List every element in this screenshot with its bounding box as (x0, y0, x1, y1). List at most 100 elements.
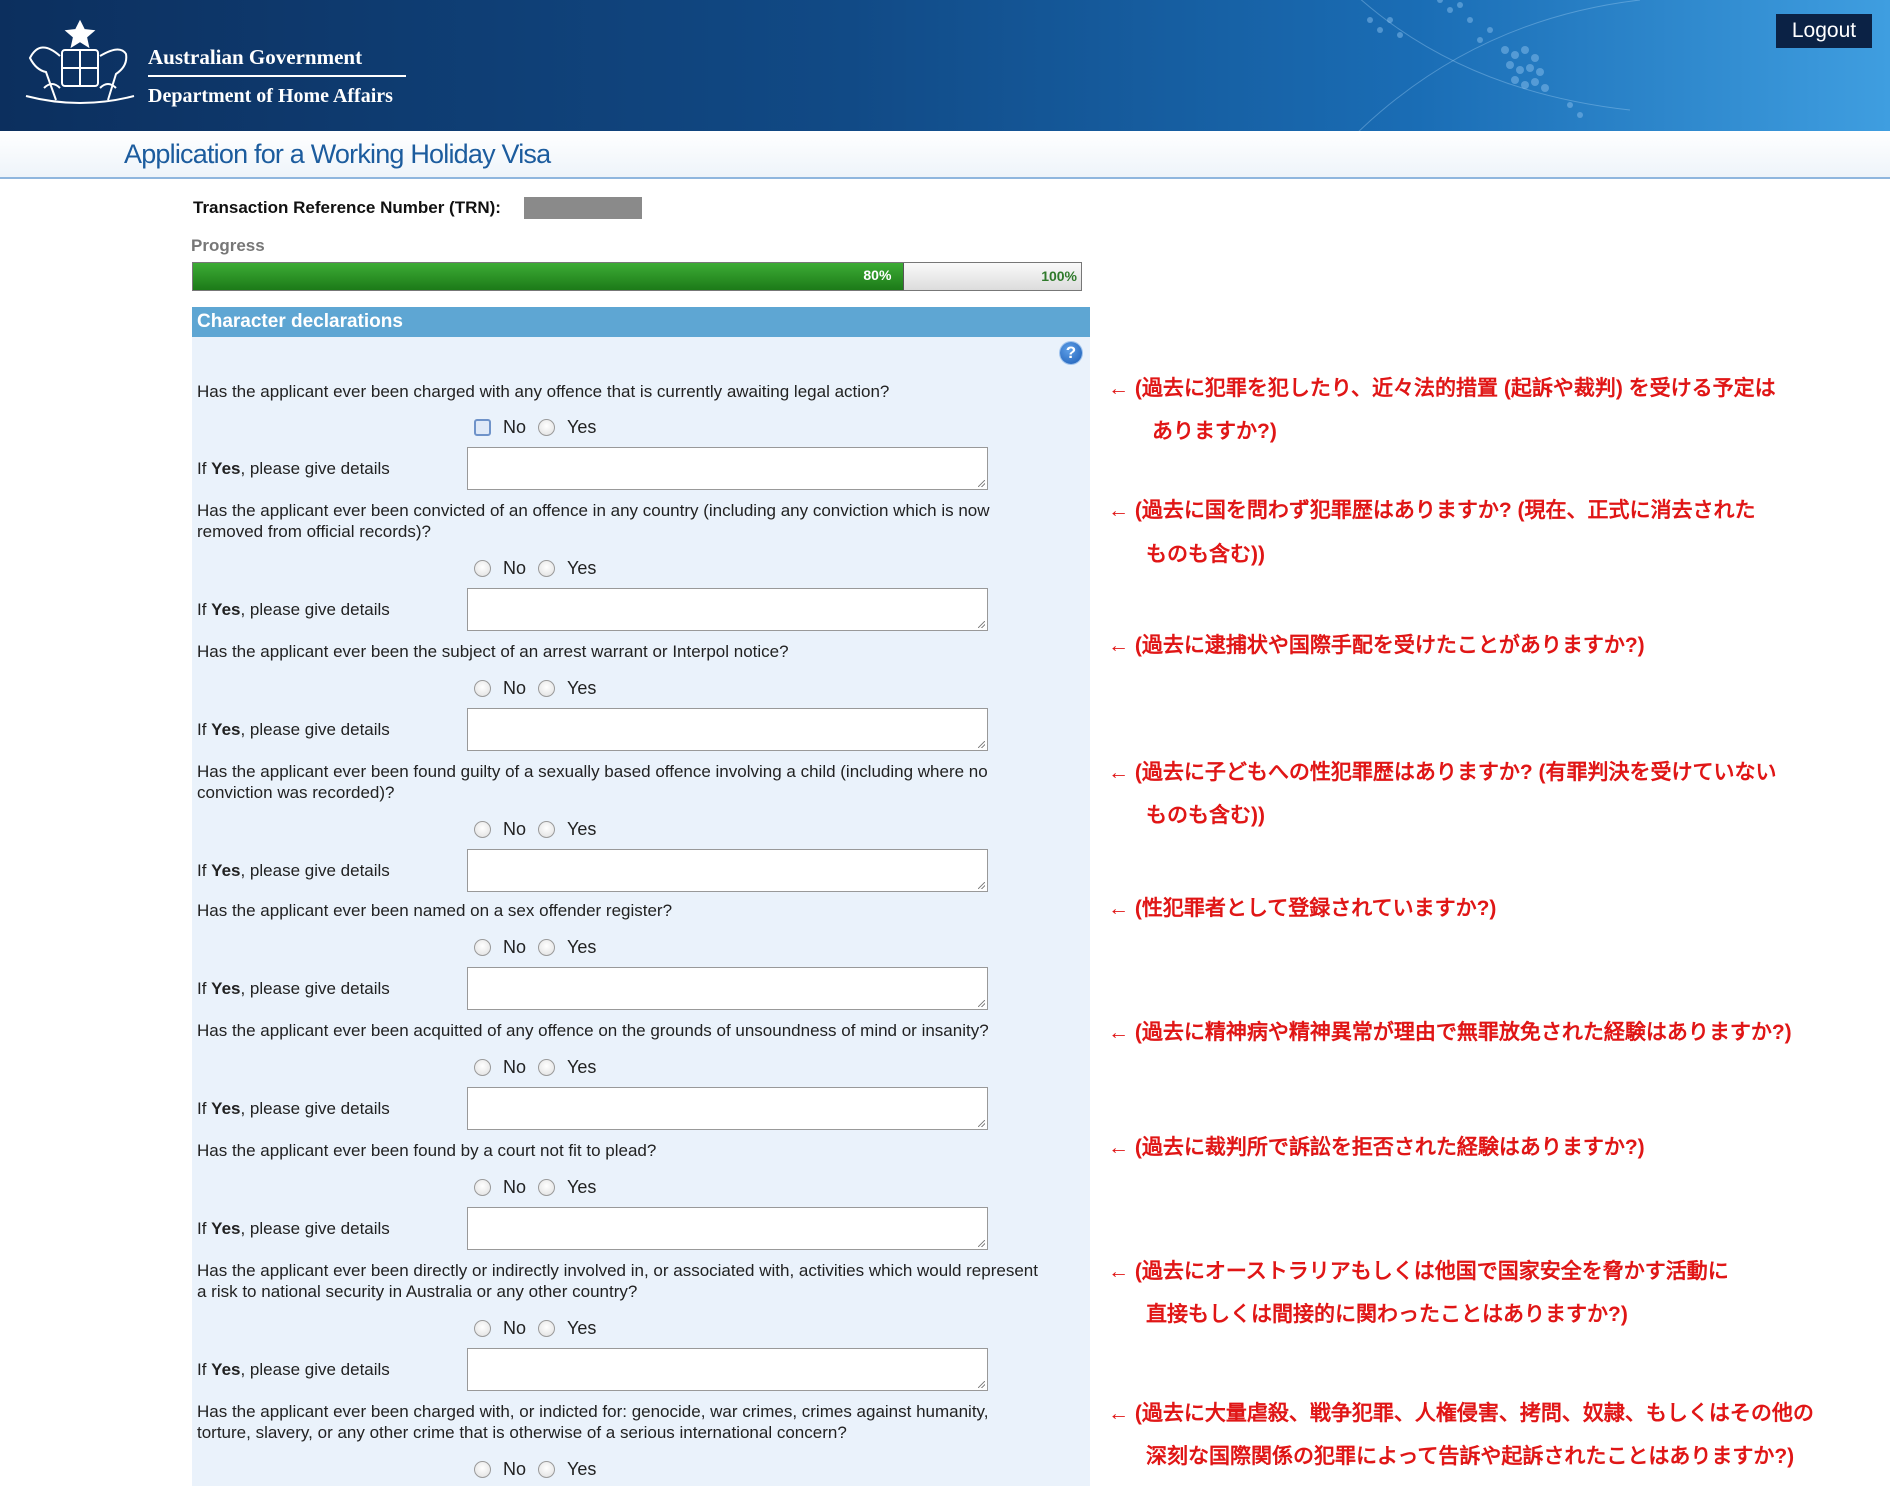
yes-label: Yes (567, 416, 597, 437)
no-radio[interactable] (474, 1178, 491, 1196)
details-textarea[interactable] (467, 967, 988, 1010)
question-text: Has the applicant ever been named on a s… (197, 901, 673, 920)
answer-options: No Yes (474, 1457, 608, 1481)
no-radio[interactable] (474, 679, 491, 697)
translation-note: ものも含む)) (1146, 804, 1265, 827)
answer-options: No Yes (474, 1175, 608, 1199)
question-text: Has the applicant ever been charged with… (197, 1402, 989, 1442)
progress-current-label: 80% (863, 267, 892, 283)
no-label: No (503, 557, 527, 578)
site-header: Australian Government Department of Home… (0, 0, 1890, 131)
translation-note: ← (過去に国を問わず犯罪歴はありますか? (現在、正式に消去された (1108, 499, 1756, 522)
department-label: Department of Home Affairs (148, 85, 393, 107)
yes-label: Yes (567, 557, 597, 578)
details-textarea[interactable] (467, 708, 988, 751)
progress-bar: 80% 100% (192, 262, 1082, 291)
details-label: If Yes, please give details (197, 1360, 390, 1379)
answer-options: No Yes (474, 935, 608, 959)
translation-note: ← (過去に子どもへの性犯罪歴はありますか? (有罪判決を受けていない (1108, 761, 1777, 784)
details-textarea[interactable] (467, 447, 988, 490)
no-radio[interactable] (474, 938, 491, 956)
no-radio[interactable] (474, 1058, 491, 1076)
no-label: No (503, 1458, 527, 1479)
translation-note: ← (過去に大量虐殺、戦争犯罪、人権侵害、拷問、奴隷、もしくはその他の (1108, 1402, 1814, 1425)
translation-note: ありますか?) (1152, 420, 1277, 443)
yes-label: Yes (567, 1176, 597, 1197)
yes-label: Yes (567, 1056, 597, 1077)
globe-map-graphic (1358, 0, 1641, 131)
details-textarea[interactable] (467, 1087, 988, 1130)
section-title: Character declarations (197, 311, 403, 332)
no-radio[interactable] (474, 820, 491, 838)
no-radio[interactable] (474, 1460, 491, 1478)
question-text: Has the applicant ever been acquitted of… (197, 1021, 989, 1040)
application-title-bar: Application for a Working Holiday Visa (0, 131, 1890, 179)
progress-label: Progress (191, 236, 265, 255)
yes-radio[interactable] (538, 1319, 556, 1337)
yes-radio[interactable] (538, 418, 556, 436)
answer-options: No Yes (474, 556, 608, 580)
yes-radio[interactable] (538, 1178, 556, 1196)
no-label: No (503, 677, 527, 698)
no-label: No (503, 818, 527, 839)
no-radio[interactable] (474, 1319, 491, 1337)
answer-options: No Yes (474, 1316, 608, 1340)
translation-note: ← (過去に裁判所で訴訟を拒否された経験はありますか?) (1108, 1136, 1645, 1159)
details-label: If Yes, please give details (197, 600, 390, 619)
question-text: Has the applicant ever been directly or … (197, 1261, 1038, 1301)
translation-note: 深刻な国際関係の犯罪によって告訴や起訴されたことはありますか?) (1146, 1445, 1795, 1468)
details-textarea[interactable] (467, 588, 988, 631)
progress-end-label: 100% (1041, 268, 1077, 284)
answer-options: No Yes (474, 1055, 608, 1079)
yes-radio[interactable] (538, 559, 556, 577)
yes-label: Yes (567, 1458, 597, 1479)
progress-fill (193, 263, 905, 290)
logout-button[interactable]: Logout (1776, 14, 1872, 48)
no-label: No (503, 1317, 527, 1338)
no-radio[interactable] (474, 559, 491, 577)
coat-of-arms-logo (25, 19, 135, 104)
question-text: Has the applicant ever been the subject … (197, 642, 789, 661)
no-radio[interactable] (474, 418, 491, 436)
details-label: If Yes, please give details (197, 459, 390, 478)
yes-label: Yes (567, 818, 597, 839)
details-textarea[interactable] (467, 849, 988, 892)
question-text: Has the applicant ever been convicted of… (197, 501, 990, 541)
details-label: If Yes, please give details (197, 720, 390, 739)
government-label: Australian Government (148, 44, 406, 77)
no-label: No (503, 936, 527, 957)
details-textarea[interactable] (467, 1348, 988, 1391)
details-textarea[interactable] (467, 1207, 988, 1250)
translation-note: ← (過去に犯罪を犯したり、近々法的措置 (起訴や裁判) を受ける予定は (1108, 377, 1776, 400)
no-label: No (503, 1176, 527, 1197)
section-header: Character declarations (192, 307, 1090, 337)
details-label: If Yes, please give details (197, 979, 390, 998)
translation-note: ← (過去にオーストラリアもしくは他国で国家安全を脅かす活動に (1108, 1260, 1729, 1283)
yes-label: Yes (567, 936, 597, 957)
details-label: If Yes, please give details (197, 1219, 390, 1238)
details-label: If Yes, please give details (197, 861, 390, 880)
yes-radio[interactable] (538, 820, 556, 838)
trn-value-redacted (524, 197, 642, 219)
yes-label: Yes (567, 677, 597, 698)
translation-note: ← (過去に精神病や精神異常が理由で無罪放免された経験はありますか?) (1108, 1021, 1792, 1044)
yes-radio[interactable] (538, 1460, 556, 1478)
yes-label: Yes (567, 1317, 597, 1338)
answer-options: No Yes (474, 415, 608, 439)
translation-note: 直接もしくは間接的に関わったことはありますか?) (1146, 1303, 1628, 1326)
translation-note: ← (過去に逮捕状や国際手配を受けたことがありますか?) (1108, 634, 1645, 657)
yes-radio[interactable] (538, 1058, 556, 1076)
answer-options: No Yes (474, 676, 608, 700)
question-text: Has the applicant ever been charged with… (197, 382, 890, 401)
details-label: If Yes, please give details (197, 1099, 390, 1118)
help-icon[interactable]: ? (1060, 342, 1082, 364)
yes-radio[interactable] (538, 938, 556, 956)
no-label: No (503, 1056, 527, 1077)
department-name: Australian Government Department of Home… (148, 44, 406, 109)
translation-note: ものも含む)) (1146, 543, 1265, 566)
trn-label: Transaction Reference Number (TRN): (193, 198, 501, 217)
question-text: Has the applicant ever been found guilty… (197, 762, 988, 802)
answer-options: No Yes (474, 817, 608, 841)
question-text: Has the applicant ever been found by a c… (197, 1141, 657, 1160)
yes-radio[interactable] (538, 679, 556, 697)
